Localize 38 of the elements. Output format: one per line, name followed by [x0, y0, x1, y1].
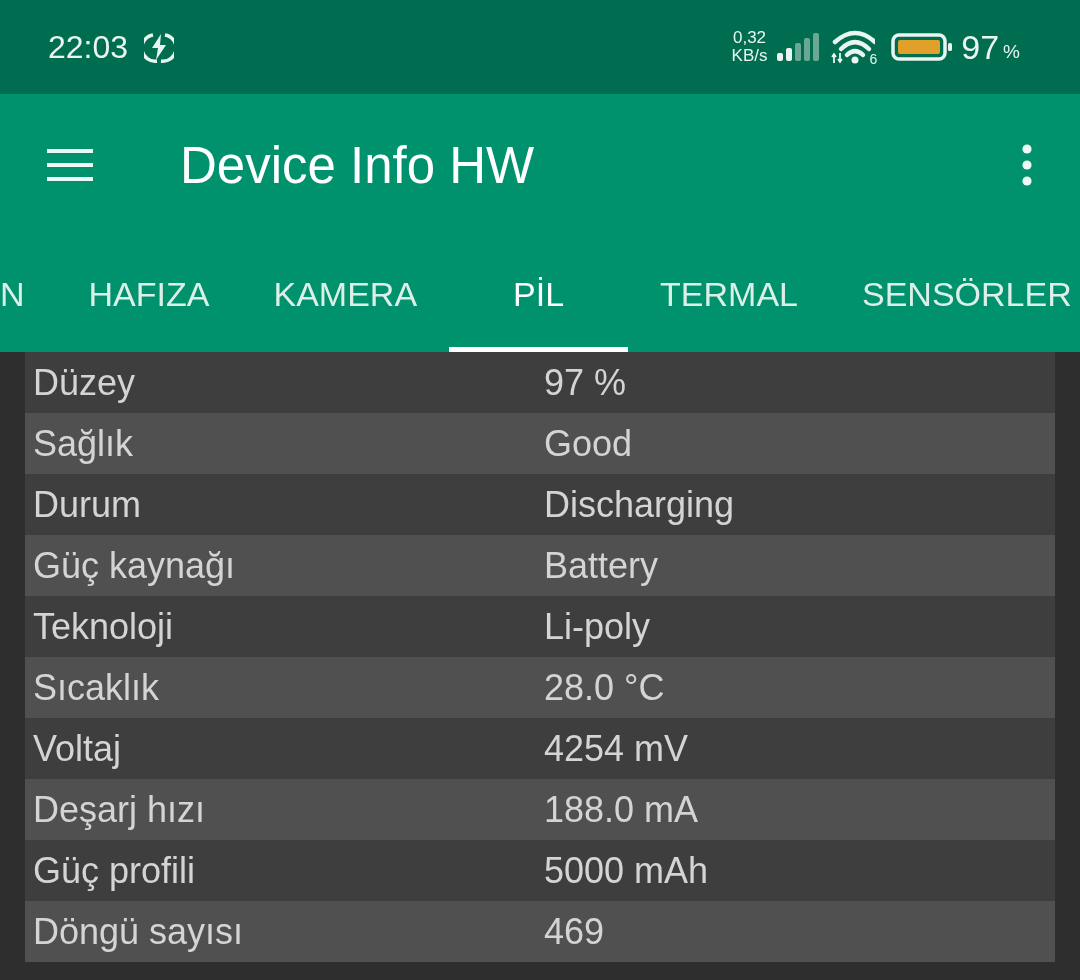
row-label: Güç profili: [32, 852, 197, 889]
battery-percent-sign: %: [1003, 41, 1020, 61]
tab[interactable]: SENSÖRLER: [830, 236, 1079, 352]
row-label: Voltaj: [32, 730, 123, 767]
tab[interactable]: TERMAL: [628, 236, 830, 352]
row-value: Good: [544, 425, 633, 462]
tab[interactable]: N: [0, 236, 57, 352]
row-value: Battery: [544, 547, 659, 584]
row-value: 5000 mAh: [544, 852, 709, 889]
clock: 22:03: [48, 31, 129, 63]
row-label: Güç kaynağı: [32, 547, 237, 584]
row-label: Düzey: [32, 364, 137, 401]
battery-percent: 97: [961, 30, 1000, 64]
row-label: Teknoloji: [32, 608, 175, 645]
row-value: 28.0 °C: [544, 669, 665, 706]
wifi-standard-label: 6: [869, 52, 878, 66]
row-value: Discharging: [544, 486, 735, 523]
tab[interactable]: KAMERA: [241, 236, 450, 352]
row-label: Durum: [32, 486, 143, 523]
signal-icon: [777, 33, 820, 61]
tab[interactable]: HAFIZA: [56, 236, 242, 352]
row-value: 97 %: [544, 364, 627, 401]
lightning-ring-icon: [144, 31, 175, 63]
battery-icon: [891, 33, 954, 61]
row-value: 188.0 mA: [544, 791, 699, 828]
row-label: Deşarj hızı: [32, 791, 207, 828]
menu-icon[interactable]: [47, 149, 93, 181]
row-label: Döngü sayısı: [32, 913, 245, 950]
wifi-icon: [831, 30, 876, 64]
row-label: Sağlık: [32, 425, 135, 462]
more-options-icon[interactable]: [1022, 144, 1032, 186]
app-title: Device Info HW: [180, 139, 535, 191]
network-speed-value: 0,32: [732, 29, 767, 47]
network-speed-unit: KB/s: [731, 47, 768, 65]
row-value: 469: [544, 913, 605, 950]
row-value: 4254 mV: [544, 730, 689, 767]
row-value: Li-poly: [544, 608, 651, 645]
row-label: Sıcaklık: [32, 669, 161, 706]
